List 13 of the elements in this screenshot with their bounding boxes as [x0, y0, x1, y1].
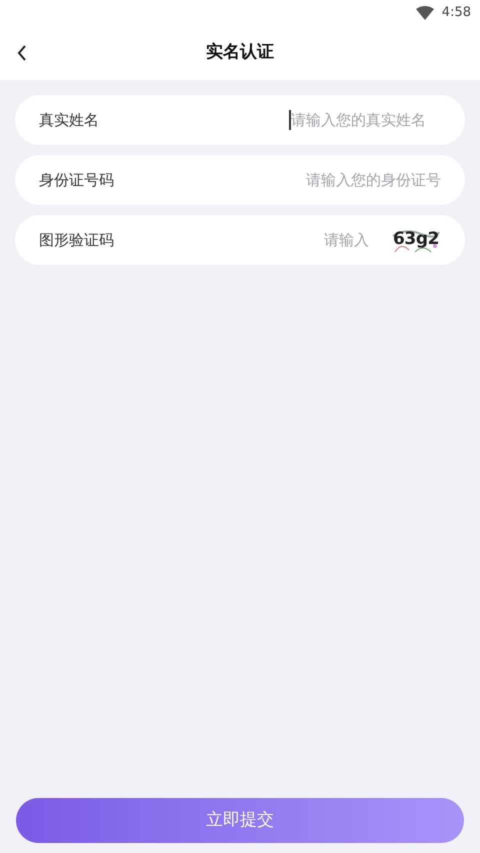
input-field[interactable]: 请输入您的真实姓名: [291, 108, 441, 132]
field-label: 真实姓名: [39, 110, 99, 131]
input-field[interactable]: 请输入: [114, 228, 369, 252]
wifi-icon: [416, 6, 434, 20]
form-field[interactable]: 图形验证码 请输入 63g2: [15, 215, 465, 265]
form-field[interactable]: 真实姓名 请输入您的真实姓名: [15, 95, 465, 145]
back-icon: [17, 45, 27, 61]
page-title: 实名认证: [206, 41, 274, 64]
field-label: 身份证号码: [39, 170, 114, 191]
input-field[interactable]: 请输入您的身份证号: [114, 168, 441, 192]
form-field[interactable]: 身份证号码 请输入您的身份证号: [15, 155, 465, 205]
status-time: 4:58: [442, 4, 471, 22]
field-label: 图形验证码: [39, 230, 114, 251]
